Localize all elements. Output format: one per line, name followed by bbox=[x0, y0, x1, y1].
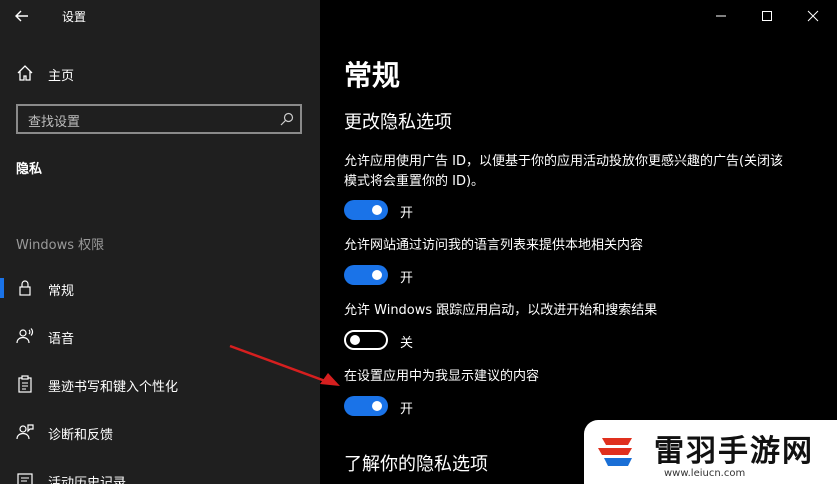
sidebar-item-label: 语音 bbox=[48, 332, 75, 347]
home-icon bbox=[17, 65, 33, 81]
watermark-url: www.leiucn.com bbox=[664, 468, 746, 479]
toggle-knob bbox=[372, 205, 382, 215]
history-icon bbox=[17, 473, 33, 484]
title-bar: 设置 bbox=[0, 0, 320, 32]
toggle-state-label: 关 bbox=[400, 336, 414, 351]
toggle-knob bbox=[350, 335, 360, 345]
section-title: 更改隐私选项 bbox=[344, 112, 452, 133]
home-label: 主页 bbox=[48, 69, 75, 84]
watermark: 雷羽手游网 www.leiucn.com bbox=[584, 420, 837, 484]
main-content: 常规 更改隐私选项 允许应用使用广告 ID，以便基于你的应用活动投放你更感兴趣的… bbox=[320, 0, 837, 484]
learn-privacy-heading: 了解你的隐私选项 bbox=[344, 454, 488, 475]
current-category: 隐私 bbox=[16, 162, 43, 177]
back-button[interactable] bbox=[10, 4, 34, 28]
sidebar-item-label: 墨迹书写和键入个性化 bbox=[48, 380, 179, 395]
speech-person-icon bbox=[16, 328, 34, 344]
minimize-button[interactable] bbox=[698, 0, 744, 32]
search-input[interactable]: 查找设置 bbox=[16, 104, 302, 134]
toggle-knob bbox=[372, 270, 382, 280]
home-nav-item[interactable]: 主页 bbox=[0, 58, 320, 88]
option-description: 允许网站通过访问我的语言列表来提供本地相关内容 bbox=[344, 238, 644, 253]
maximize-button[interactable] bbox=[744, 0, 790, 32]
watermark-brand: 雷羽手游网 bbox=[654, 434, 814, 469]
toggle-state-label: 开 bbox=[400, 402, 414, 417]
back-arrow-icon bbox=[15, 10, 28, 22]
search-icon[interactable] bbox=[280, 112, 294, 126]
maximize-icon bbox=[762, 11, 772, 21]
sidebar-item-general[interactable]: 常规 bbox=[0, 272, 320, 304]
brand-logo-icon bbox=[598, 438, 632, 466]
toggle-state-label: 开 bbox=[400, 271, 414, 286]
toggle-state-label: 开 bbox=[400, 206, 414, 221]
sidebar: 设置 主页 查找设置 隐私 Windows 权限 常规 语音 墨迹书写和键入个性… bbox=[0, 0, 320, 484]
window-title: 设置 bbox=[62, 10, 87, 24]
clipboard-icon bbox=[18, 375, 32, 393]
close-icon bbox=[807, 10, 819, 22]
option-description: 在设置应用中为我显示建议的内容 bbox=[344, 369, 540, 384]
feedback-person-icon bbox=[16, 424, 34, 440]
toggle-knob bbox=[372, 401, 382, 411]
search-placeholder: 查找设置 bbox=[28, 115, 81, 130]
minimize-icon bbox=[716, 15, 726, 17]
option-description: 允许应用使用广告 ID，以便基于你的应用活动投放你更感兴趣的广告(关闭该模式将会… bbox=[344, 154, 784, 189]
language-list-toggle[interactable] bbox=[344, 265, 388, 285]
app-launch-tracking-toggle[interactable] bbox=[344, 330, 388, 350]
sidebar-item-activity-history[interactable]: 活动历史记录 bbox=[0, 464, 320, 484]
sidebar-item-diagnostics[interactable]: 诊断和反馈 bbox=[0, 416, 320, 448]
annotation-arrow-icon bbox=[229, 344, 340, 386]
sidebar-item-label: 诊断和反馈 bbox=[48, 428, 114, 443]
advertising-id-toggle[interactable] bbox=[344, 200, 388, 220]
close-button[interactable] bbox=[790, 0, 836, 32]
sidebar-item-label: 活动历史记录 bbox=[48, 476, 127, 484]
lock-icon bbox=[19, 280, 31, 296]
sidebar-item-label: 常规 bbox=[48, 284, 75, 299]
option-description: 允许 Windows 跟踪应用启动，以改进开始和搜索结果 bbox=[344, 303, 658, 318]
section-header: Windows 权限 bbox=[16, 238, 105, 253]
page-title: 常规 bbox=[344, 59, 401, 92]
suggested-content-toggle[interactable] bbox=[344, 396, 388, 416]
